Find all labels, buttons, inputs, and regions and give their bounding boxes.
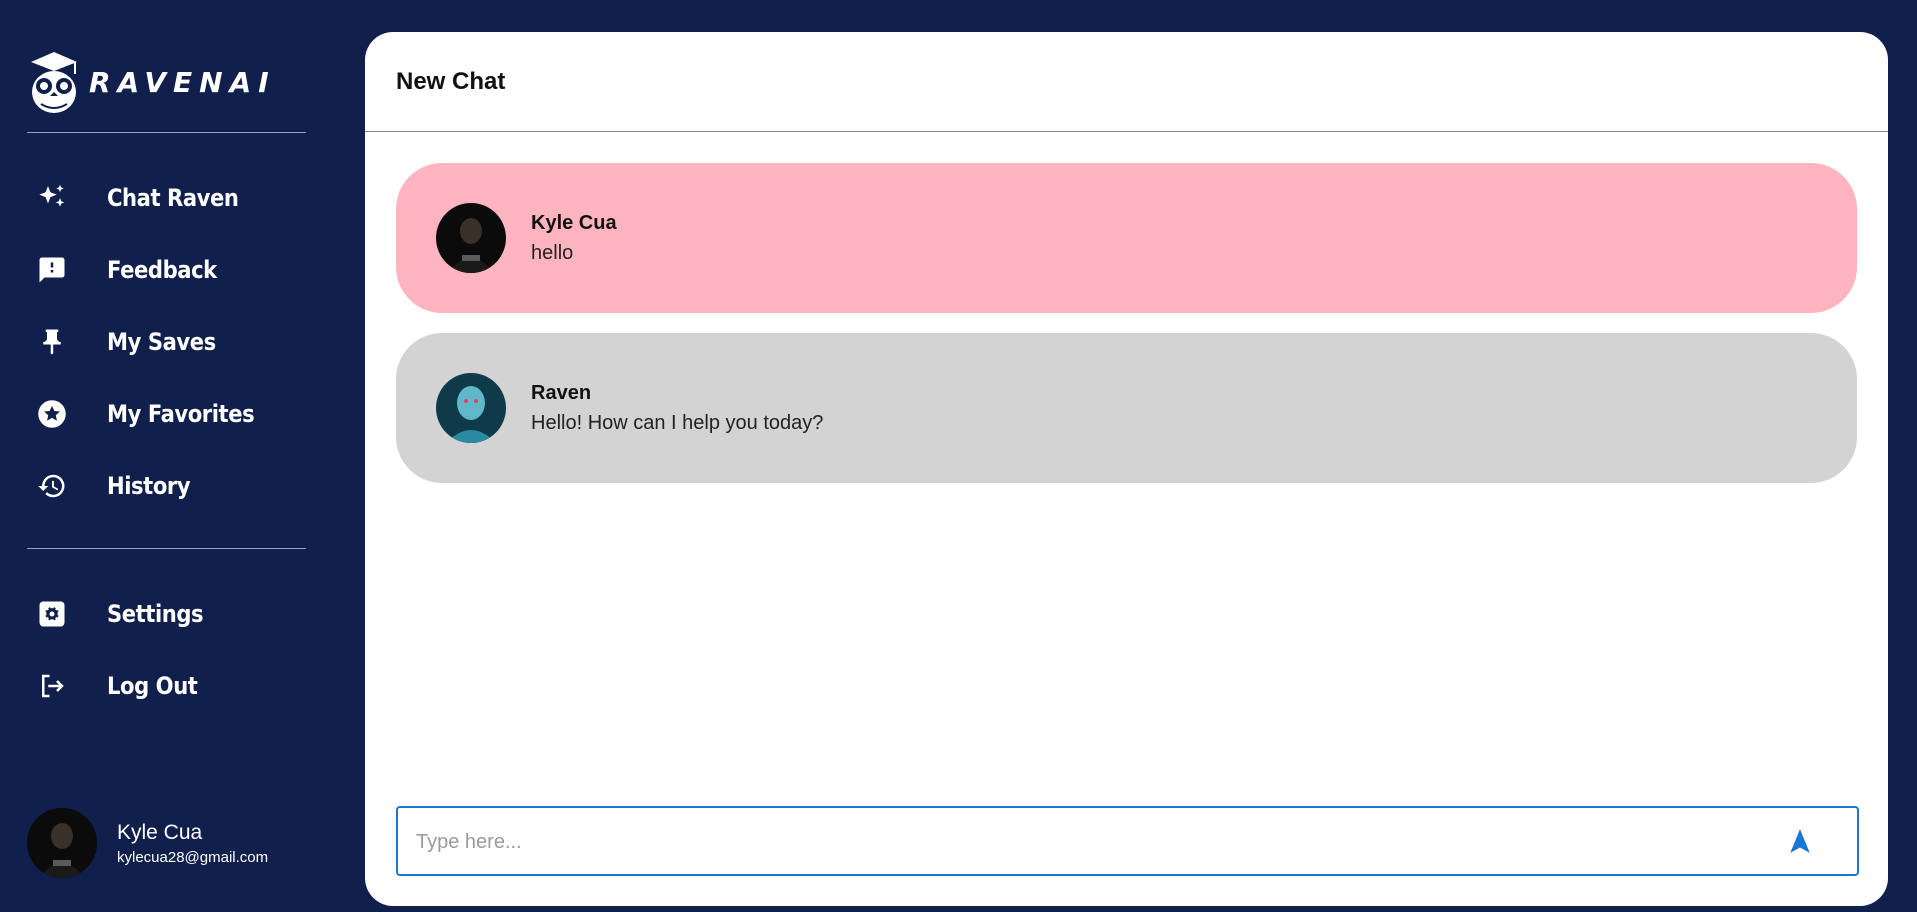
avatar [27,808,97,878]
sidebar-divider [27,132,306,133]
message-input[interactable] [414,808,1748,876]
message-user: Kyle Cua hello [396,163,1857,313]
message-composer [396,806,1859,876]
sidebar-item-label: History [107,472,191,500]
send-button[interactable] [1787,828,1813,854]
sidebar-item-log-out[interactable]: Log Out [36,666,316,706]
message-bot: Raven Hello! How can I help you today? [396,333,1857,483]
sidebar-item-label: Chat Raven [107,184,239,212]
history-icon [36,470,68,502]
message-text: hello [531,242,574,264]
message-text: Hello! How can I help you today? [531,412,824,434]
brand-name: RAVENAI [89,65,276,99]
message-sender: Raven [531,382,592,404]
chat-header: New Chat [365,32,1888,132]
user-profile[interactable]: Kyle Cua kylecua28@gmail.com [27,808,268,878]
sidebar-divider [27,548,306,549]
sidebar-item-my-saves[interactable]: My Saves [36,322,316,362]
avatar [436,203,506,273]
settings-icon [36,598,68,630]
sidebar-item-label: Log Out [107,672,198,700]
avatar [436,373,506,443]
page-title: New Chat [396,68,506,95]
send-icon [1790,829,1810,853]
sidebar-item-label: Feedback [107,256,217,284]
sidebar-item-my-favorites[interactable]: My Favorites [36,394,316,434]
sidebar-item-history[interactable]: History [36,466,316,506]
owl-logo-icon [31,52,77,113]
sidebar-item-settings[interactable]: Settings [36,594,316,634]
sidebar-item-feedback[interactable]: Feedback [36,250,316,290]
logout-icon [36,670,68,702]
feedback-icon [36,254,68,286]
sparkle-icon [36,182,68,214]
sidebar-item-label: Settings [107,600,204,628]
message-sender: Kyle Cua [531,212,617,234]
user-email: kylecua28@gmail.com [117,848,269,866]
sidebar-item-chat-raven[interactable]: Chat Raven [36,178,316,218]
brand-logo[interactable]: RAVENAI [27,50,276,114]
chat-panel: New Chat Kyle Cua hello Raven Hello! How… [365,32,1888,906]
sidebar-item-label: My Favorites [107,400,255,428]
sidebar: RAVENAI Chat Raven Feedback My Saves My … [0,0,340,912]
pin-icon [36,326,68,358]
sidebar-item-label: My Saves [107,328,216,356]
user-name: Kyle Cua [117,820,203,844]
star-icon [36,398,68,430]
